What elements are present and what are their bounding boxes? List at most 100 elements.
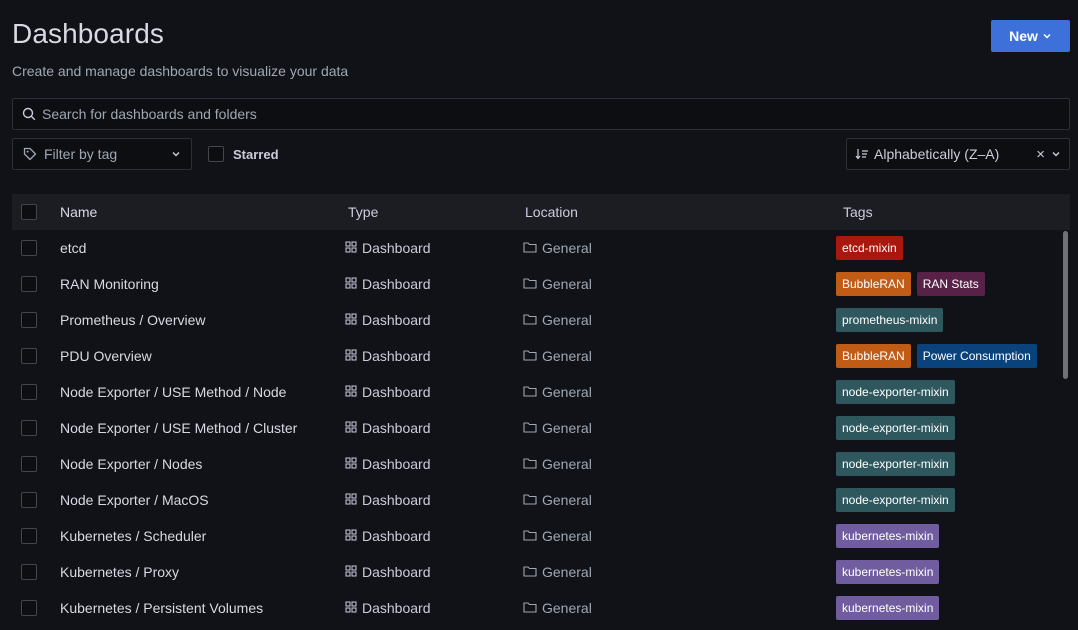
location-label: General xyxy=(542,384,592,400)
folder-icon xyxy=(523,240,537,256)
starred-filter[interactable]: Starred xyxy=(208,146,279,162)
tag-list: node-exporter-mixin xyxy=(836,488,955,512)
dashboard-name[interactable]: PDU Overview xyxy=(60,348,152,364)
dashboard-name[interactable]: Node Exporter / USE Method / Node xyxy=(60,384,286,400)
new-button[interactable]: New xyxy=(991,20,1070,52)
dashboard-location: General xyxy=(523,564,592,580)
location-label: General xyxy=(542,312,592,328)
dashboard-grid-icon xyxy=(345,528,357,544)
dashboard-name[interactable]: Node Exporter / USE Method / Cluster xyxy=(60,420,297,436)
tag-badge[interactable]: node-exporter-mixin xyxy=(836,488,955,512)
dashboard-name[interactable]: Node Exporter / Nodes xyxy=(60,456,202,472)
row-checkbox[interactable] xyxy=(21,240,37,256)
dashboard-location: General xyxy=(523,276,592,292)
dashboard-type: Dashboard xyxy=(345,384,431,400)
tag-badge[interactable]: Power Consumption xyxy=(916,344,1037,368)
dashboard-type: Dashboard xyxy=(345,276,431,292)
tag-list: kubernetes-mixin xyxy=(836,524,940,548)
chevron-down-icon xyxy=(1043,33,1051,39)
dashboard-name[interactable]: etcd xyxy=(60,240,86,256)
starred-checkbox[interactable] xyxy=(208,146,224,162)
folder-icon xyxy=(523,276,537,292)
tag-list: node-exporter-mixin xyxy=(836,380,955,404)
table-row[interactable]: Node Exporter / USE Method / Cluster Dash… xyxy=(12,410,1070,446)
type-label: Dashboard xyxy=(362,456,431,472)
tag-list: prometheus-mixin xyxy=(836,308,944,332)
dashboard-location: General xyxy=(523,600,592,616)
dashboard-grid-icon xyxy=(345,348,357,364)
row-checkbox[interactable] xyxy=(21,312,37,328)
table-row[interactable]: PDU Overview Dashboard General BubbleRAN Pow… xyxy=(12,338,1070,374)
table-row[interactable]: Kubernetes / Proxy Dashboard General kubern… xyxy=(12,554,1070,590)
row-checkbox[interactable] xyxy=(21,420,37,436)
dashboard-name[interactable]: Kubernetes / Proxy xyxy=(60,564,179,580)
dashboard-type: Dashboard xyxy=(345,564,431,580)
tag-badge[interactable]: etcd-mixin xyxy=(836,236,903,260)
row-checkbox[interactable] xyxy=(21,600,37,616)
search-box[interactable] xyxy=(12,98,1070,130)
dashboard-type: Dashboard xyxy=(345,492,431,508)
row-checkbox[interactable] xyxy=(21,564,37,580)
dashboard-grid-icon xyxy=(345,456,357,472)
chevron-down-icon xyxy=(172,152,180,157)
row-checkbox[interactable] xyxy=(21,456,37,472)
dashboard-location: General xyxy=(523,528,592,544)
row-checkbox[interactable] xyxy=(21,348,37,364)
dashboard-name[interactable]: Prometheus / Overview xyxy=(60,312,206,328)
folder-icon xyxy=(523,312,537,328)
dashboard-name[interactable]: Kubernetes / Scheduler xyxy=(60,528,206,544)
type-label: Dashboard xyxy=(362,312,431,328)
dashboard-name[interactable]: RAN Monitoring xyxy=(60,276,159,292)
tag-badge[interactable]: kubernetes-mixin xyxy=(836,560,940,584)
folder-icon xyxy=(523,348,537,364)
type-label: Dashboard xyxy=(362,600,431,616)
table-row[interactable]: Prometheus / Overview Dashboard General pro… xyxy=(12,302,1070,338)
tag-list: BubbleRAN Power Consumption xyxy=(836,344,1037,368)
tag-badge[interactable]: prometheus-mixin xyxy=(836,308,944,332)
scrollbar[interactable] xyxy=(1062,230,1069,380)
type-label: Dashboard xyxy=(362,492,431,508)
select-all-checkbox[interactable] xyxy=(21,204,37,220)
table-row[interactable]: Node Exporter / USE Method / Node Dashboa… xyxy=(12,374,1070,410)
page-title: Dashboards xyxy=(12,18,164,49)
table-row[interactable]: Node Exporter / MacOS Dashboard General nod… xyxy=(12,482,1070,518)
dashboard-location: General xyxy=(523,384,592,400)
tag-filter-placeholder: Filter by tag xyxy=(44,146,118,162)
tag-badge[interactable]: RAN Stats xyxy=(916,272,985,296)
tag-badge[interactable]: BubbleRAN xyxy=(836,272,911,296)
location-label: General xyxy=(542,276,592,292)
row-checkbox[interactable] xyxy=(21,492,37,508)
table-row[interactable]: etcd Dashboard General etcd-mixin xyxy=(12,230,1070,266)
location-label: General xyxy=(542,492,592,508)
row-checkbox[interactable] xyxy=(21,276,37,292)
table-row[interactable]: RAN Monitoring Dashboard General BubbleRAN R… xyxy=(12,266,1070,302)
column-header-name[interactable]: Name xyxy=(60,204,97,220)
dashboard-type: Dashboard xyxy=(345,240,431,256)
type-label: Dashboard xyxy=(362,240,431,256)
table-row[interactable]: Kubernetes / Scheduler Dashboard General ku… xyxy=(12,518,1070,554)
sort-select[interactable]: Alphabetically (Z–A) × xyxy=(846,138,1070,170)
table-row[interactable]: Node Exporter / Nodes Dashboard General nod… xyxy=(12,446,1070,482)
folder-icon xyxy=(523,600,537,616)
row-checkbox[interactable] xyxy=(21,528,37,544)
table-row[interactable]: Kubernetes / Persistent Volumes Dashboard… xyxy=(12,590,1070,626)
search-input[interactable] xyxy=(42,106,1042,122)
dashboard-name[interactable]: Node Exporter / MacOS xyxy=(60,492,209,508)
tag-list: node-exporter-mixin xyxy=(836,416,955,440)
row-checkbox[interactable] xyxy=(21,384,37,400)
tag-badge[interactable]: node-exporter-mixin xyxy=(836,380,955,404)
column-header-type: Type xyxy=(348,204,379,220)
tag-filter-select[interactable]: Filter by tag xyxy=(12,138,192,170)
tag-badge[interactable]: kubernetes-mixin xyxy=(836,596,940,620)
tag-list: node-exporter-mixin xyxy=(836,452,955,476)
tag-badge[interactable]: node-exporter-mixin xyxy=(836,416,955,440)
tag-badge[interactable]: node-exporter-mixin xyxy=(836,452,955,476)
dashboard-location: General xyxy=(523,312,592,328)
dashboard-name[interactable]: Kubernetes / Persistent Volumes xyxy=(60,600,263,616)
location-label: General xyxy=(542,348,592,364)
tag-badge[interactable]: BubbleRAN xyxy=(836,344,911,368)
folder-icon xyxy=(523,384,537,400)
dashboard-grid-icon xyxy=(345,564,357,580)
clear-icon[interactable]: × xyxy=(1036,146,1045,163)
tag-badge[interactable]: kubernetes-mixin xyxy=(836,524,940,548)
